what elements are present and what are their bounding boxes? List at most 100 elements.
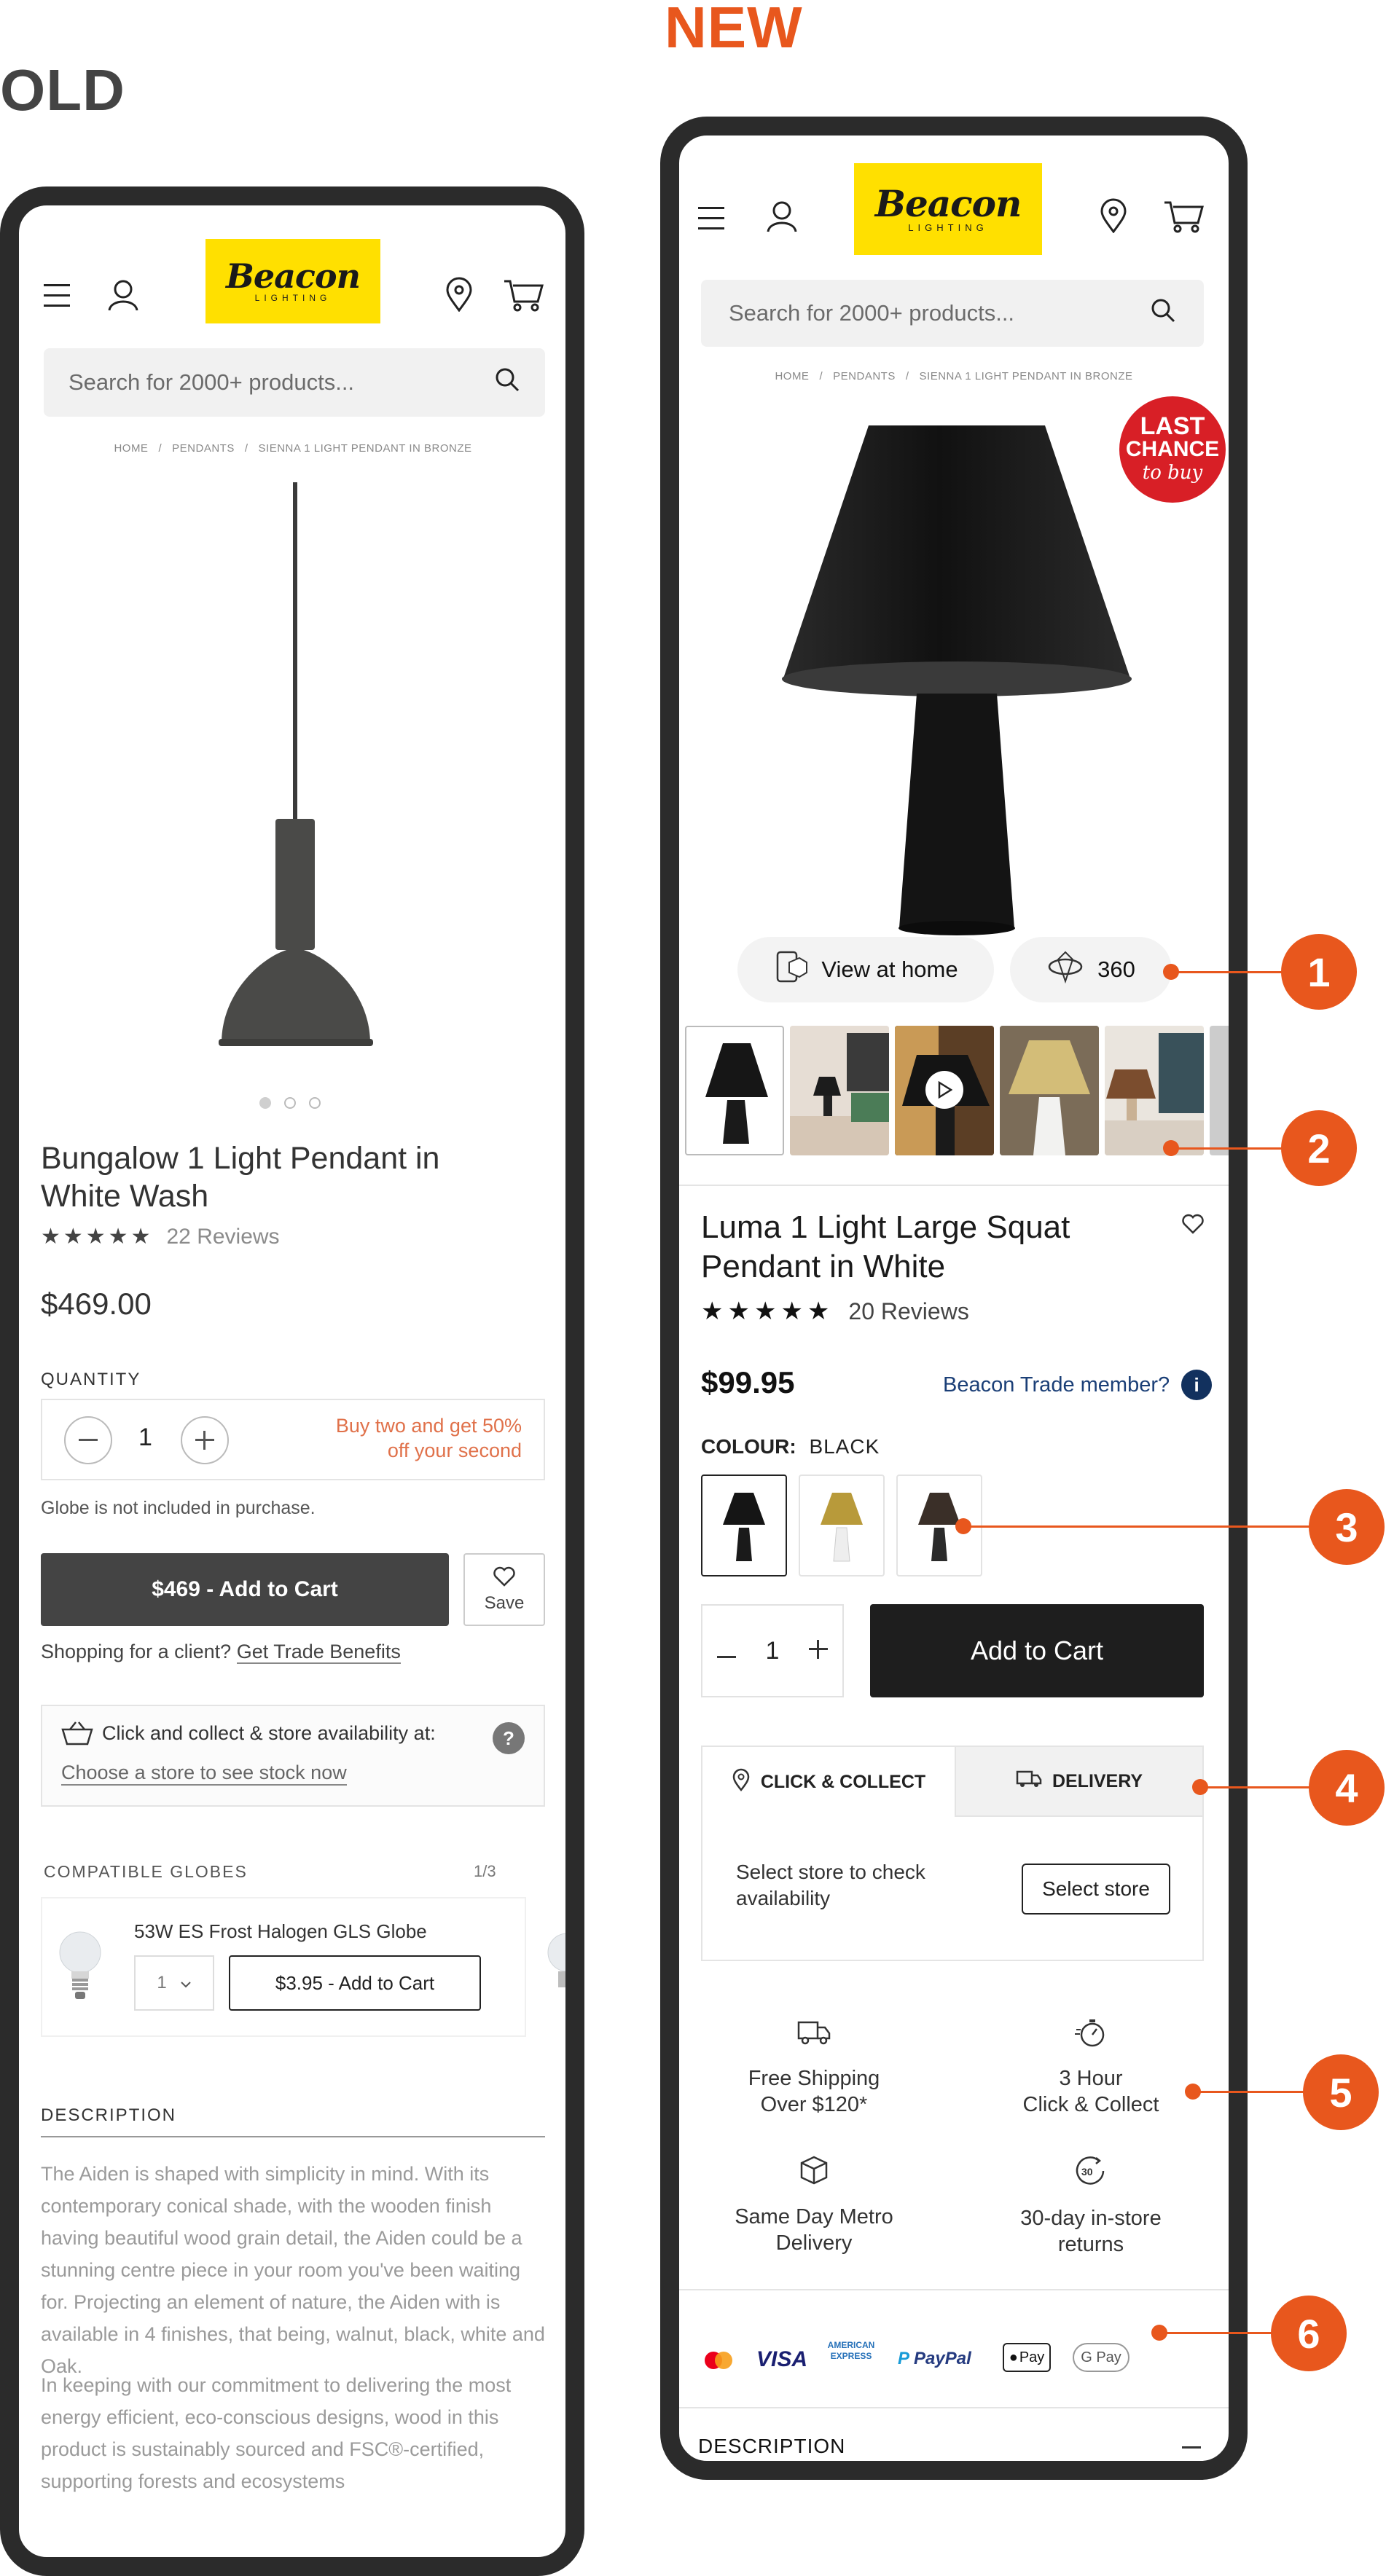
- swatch-gold[interactable]: [799, 1474, 885, 1576]
- badge-line-1: LAST: [1140, 412, 1205, 440]
- breadcrumb-sep: /: [819, 370, 823, 382]
- breadcrumb-current: SIENNA 1 LIGHT PENDANT IN BRONZE: [919, 370, 1133, 382]
- globe-qty-select[interactable]: 1: [134, 1955, 214, 2011]
- thumbnail-1[interactable]: [685, 1026, 784, 1155]
- rotate-360-icon: [1046, 949, 1084, 990]
- play-icon[interactable]: [925, 1071, 963, 1109]
- view-360-button[interactable]: 360: [1010, 937, 1172, 1002]
- cart-icon[interactable]: [1163, 200, 1204, 237]
- product-image-lamp[interactable]: [774, 418, 1138, 946]
- info-icon[interactable]: i: [1181, 1370, 1213, 1400]
- description-divider: [41, 2136, 545, 2137]
- paypal-label: PayPal: [914, 2349, 971, 2368]
- new-phone-frame: Beacon LIGHTING Search for 2000+ product…: [660, 117, 1248, 2480]
- breadcrumb-current: SIENNA 1 LIGHT PENDANT IN BRONZE: [258, 442, 472, 455]
- divider: [679, 2407, 1229, 2408]
- help-icon[interactable]: ?: [493, 1722, 525, 1754]
- visa-icon: VISA: [756, 2347, 808, 2371]
- breadcrumb-home[interactable]: HOME: [114, 442, 148, 455]
- swatch-black[interactable]: [701, 1474, 787, 1576]
- image-pagination-dots[interactable]: [259, 1097, 321, 1109]
- product-title: Luma 1 Light Large Squat Pendant in Whit…: [701, 1209, 1070, 1284]
- compatible-label: COMPATIBLE GLOBES: [44, 1862, 248, 1881]
- compatible-count: 1/3: [474, 1862, 496, 1880]
- product-title: Bungalow 1 Light Pendant in White Wash: [41, 1141, 440, 1214]
- promo-text: Buy two and get 50% off your second: [335, 1415, 522, 1461]
- breadcrumb-category[interactable]: PENDANTS: [172, 442, 235, 455]
- trade-benefits-link[interactable]: Get Trade Benefits: [236, 1641, 401, 1664]
- increase-button[interactable]: [181, 1416, 229, 1464]
- click-collect-box: Click and collect & store availability a…: [41, 1705, 545, 1807]
- rating-row: ★★★★★ 22 Reviews: [41, 1224, 280, 1249]
- old-phone-frame: Beacon LIGHTING Search for 2000+ product…: [0, 186, 584, 2576]
- cart-icon[interactable]: [503, 278, 544, 315]
- menu-icon[interactable]: [44, 283, 73, 313]
- trade-member-link[interactable]: Beacon Trade member? i: [943, 1370, 1213, 1400]
- view-at-home-label: View at home: [821, 957, 958, 982]
- tab-delivery-label: DELIVERY: [1052, 1770, 1143, 1791]
- account-icon[interactable]: [765, 200, 799, 237]
- decrease-button[interactable]: [64, 1416, 112, 1464]
- collapse-icon[interactable]: [1182, 2446, 1201, 2449]
- save-button[interactable]: Save: [463, 1553, 545, 1626]
- description-label[interactable]: DESCRIPTION: [698, 2435, 845, 2458]
- menu-icon[interactable]: [698, 205, 727, 235]
- dot-2[interactable]: [284, 1097, 296, 1109]
- tab-delivery[interactable]: DELIVERY: [955, 1747, 1202, 1817]
- trade-prefix: Shopping for a client?: [41, 1641, 232, 1662]
- globe-qty-value: 1: [157, 1973, 167, 1992]
- plus-icon[interactable]: [808, 1637, 828, 1665]
- feature-30-day-returns: 30 30-day in-store returns: [978, 2155, 1204, 2258]
- thumbnail-3-video[interactable]: [895, 1026, 994, 1155]
- dot-3[interactable]: [309, 1097, 321, 1109]
- price: $99.95: [701, 1365, 795, 1399]
- breadcrumb-category[interactable]: PENDANTS: [833, 370, 896, 382]
- svg-text:30: 30: [1081, 2166, 1093, 2178]
- callout-3: 3: [1309, 1489, 1385, 1565]
- trade-row: Shopping for a client? Get Trade Benefit…: [41, 1641, 401, 1664]
- minus-icon[interactable]: [717, 1637, 737, 1665]
- quantity-label: QUANTITY: [41, 1370, 141, 1389]
- search-input[interactable]: Search for 2000+ products...: [701, 280, 1204, 347]
- store-locator-icon[interactable]: [445, 277, 474, 315]
- account-icon[interactable]: [106, 278, 140, 315]
- search-input[interactable]: Search for 2000+ products...: [44, 348, 545, 417]
- reviews-link[interactable]: 20 Reviews: [848, 1298, 968, 1325]
- feature-1-line-1: Free Shipping: [748, 2067, 880, 2090]
- callout-2-line: [1171, 1147, 1288, 1150]
- thumbnail-2[interactable]: [790, 1026, 889, 1155]
- fulfilment-panel: CLICK & COLLECT DELIVERY Select store to…: [701, 1746, 1204, 1961]
- beacon-logo[interactable]: Beacon LIGHTING: [205, 239, 380, 323]
- feature-2-line-2: Click & Collect: [1022, 2093, 1159, 2116]
- next-globe-peek[interactable]: [538, 1925, 565, 2008]
- callout-3-line: [963, 1525, 1313, 1528]
- tab-click-collect[interactable]: CLICK & COLLECT: [702, 1747, 955, 1817]
- search-icon[interactable]: [1150, 297, 1176, 329]
- quantity-value[interactable]: 1: [766, 1637, 780, 1665]
- breadcrumb-sep: /: [244, 442, 248, 455]
- add-to-cart-button[interactable]: $469 - Add to Cart: [41, 1553, 449, 1626]
- add-to-cart-button[interactable]: Add to Cart: [870, 1604, 1204, 1697]
- thumbnail-4[interactable]: [1000, 1026, 1099, 1155]
- chevron-down-icon: [180, 1973, 192, 1993]
- store-locator-icon[interactable]: [1099, 198, 1128, 237]
- quantity-stepper[interactable]: 1: [701, 1604, 844, 1697]
- globe-add-to-cart-button[interactable]: $3.95 - Add to Cart: [229, 1955, 481, 2011]
- choose-store-link[interactable]: Choose a store to see stock now: [61, 1762, 347, 1786]
- feature-4-line-1: 30-day in-store: [1020, 2207, 1162, 2230]
- wishlist-heart-icon[interactable]: [1182, 1214, 1204, 1238]
- dot-1[interactable]: [259, 1097, 271, 1109]
- feature-2-line-1: 3 Hour: [1059, 2067, 1123, 2090]
- save-label: Save: [484, 1593, 525, 1613]
- thumbnail-6-peek[interactable]: [1210, 1026, 1229, 1155]
- quantity-value[interactable]: 1: [138, 1424, 152, 1452]
- search-icon[interactable]: [494, 366, 520, 398]
- product-image-pendant[interactable]: [201, 482, 391, 1069]
- beacon-logo[interactable]: Beacon LIGHTING: [854, 163, 1042, 255]
- reviews-link[interactable]: 22 Reviews: [166, 1225, 279, 1249]
- thumbnail-5[interactable]: [1105, 1026, 1204, 1155]
- select-store-button[interactable]: Select store: [1022, 1864, 1170, 1915]
- quantity-box: 1 Buy two and get 50% off your second: [41, 1399, 545, 1480]
- breadcrumb-home[interactable]: HOME: [775, 370, 809, 382]
- view-at-home-button[interactable]: View at home: [737, 937, 994, 1002]
